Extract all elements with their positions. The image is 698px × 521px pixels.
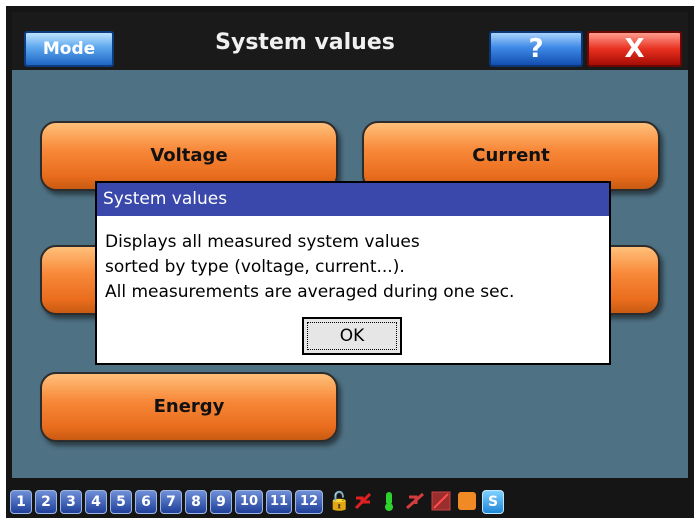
help-button[interactable]: ?	[489, 31, 583, 67]
channel-4-button[interactable]: 4	[85, 490, 107, 514]
screen-title: System values	[215, 30, 395, 55]
channel-2-button[interactable]: 2	[35, 490, 57, 514]
ok-button[interactable]: OK	[302, 317, 402, 355]
channel-3-button[interactable]: 3	[60, 490, 82, 514]
phase-icon[interactable]	[352, 490, 374, 514]
dialog-line-3: All measurements are averaged during one…	[105, 282, 515, 302]
energy-button[interactable]: Energy	[40, 372, 338, 442]
channel-10-button[interactable]: 10	[235, 490, 263, 514]
s-button[interactable]: S	[482, 490, 504, 514]
channel-1-button[interactable]: 1	[10, 490, 32, 514]
unlock-icon[interactable]: 🔓	[328, 490, 350, 514]
dialog-line-2: sorted by type (voltage, current...).	[105, 257, 405, 277]
channel-5-button[interactable]: 5	[110, 490, 132, 514]
channel-9-button[interactable]: 9	[210, 490, 232, 514]
disabled-chart-icon[interactable]	[430, 490, 452, 514]
dialog-line-1: Displays all measured system values	[105, 232, 420, 252]
alarm-icon[interactable]	[404, 490, 426, 514]
channel-7-button[interactable]: 7	[160, 490, 182, 514]
thermometer-icon[interactable]	[378, 490, 400, 514]
channel-12-button[interactable]: 12	[295, 490, 323, 514]
channel-8-button[interactable]: 8	[185, 490, 207, 514]
channel-11-button[interactable]: 11	[266, 490, 292, 514]
channel-6-button[interactable]: 6	[135, 490, 157, 514]
info-dialog: System values Displays all measured syst…	[95, 181, 611, 365]
dialog-title: System values	[97, 183, 609, 216]
orange-status-icon[interactable]	[456, 490, 478, 514]
mode-button[interactable]: Mode	[24, 31, 114, 67]
close-button[interactable]: X	[587, 31, 682, 67]
